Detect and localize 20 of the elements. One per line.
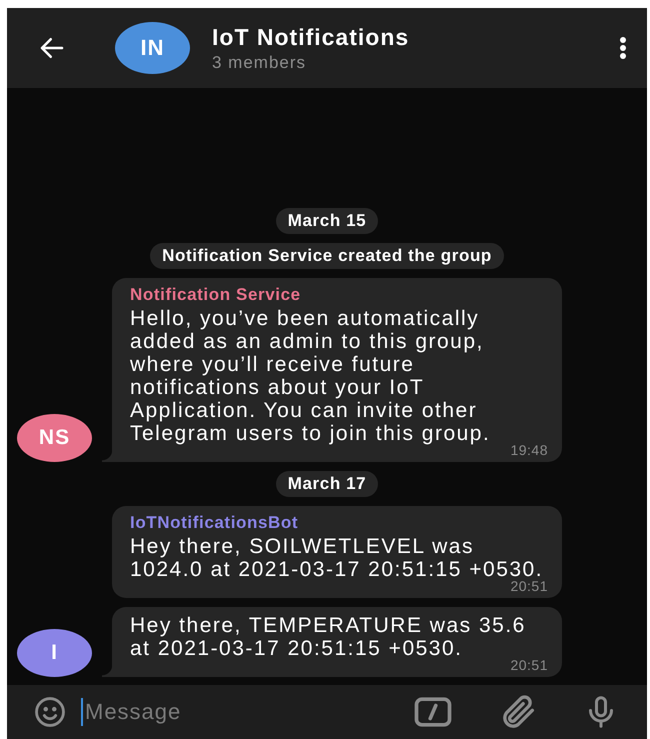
- service-message: Notification Service created the group: [150, 243, 504, 269]
- sender-name[interactable]: Notification Service: [130, 285, 548, 305]
- message-time: 20:51: [510, 578, 548, 594]
- message-text: Hello, you’ve been automatically added as an admin to this group, where you’ll receive future notifications about your IoT Application. You can invite other Telegram users to join this group.: [130, 307, 492, 445]
- date-label: March 15: [276, 208, 378, 234]
- message-time: 20:51: [510, 657, 548, 673]
- emoji-icon[interactable]: [33, 695, 67, 729]
- message-composer[interactable]: Message: [7, 685, 647, 739]
- group-avatar[interactable]: IN: [115, 22, 190, 74]
- message-text: Hey there, SOILWETLEVEL was 1024.0 at 2021-03-17 20:51:15 +0530.: [130, 535, 544, 581]
- sender-avatar[interactable]: NS: [17, 414, 92, 462]
- message-text: Hey there, TEMPERATURE was 35.6 at 2021-03-17 20:51:15 +0530.: [130, 614, 527, 660]
- message-time: 19:48: [510, 442, 548, 458]
- sender-name[interactable]: IoTNotificationsBot: [130, 513, 548, 533]
- chat-title: IoT Notifications: [212, 24, 410, 50]
- message-input[interactable]: Message: [81, 698, 397, 726]
- sender-avatar[interactable]: I: [17, 629, 92, 677]
- more-menu-icon[interactable]: [619, 36, 627, 60]
- member-count: 3 members: [212, 52, 308, 72]
- date-label: March 17: [276, 471, 378, 497]
